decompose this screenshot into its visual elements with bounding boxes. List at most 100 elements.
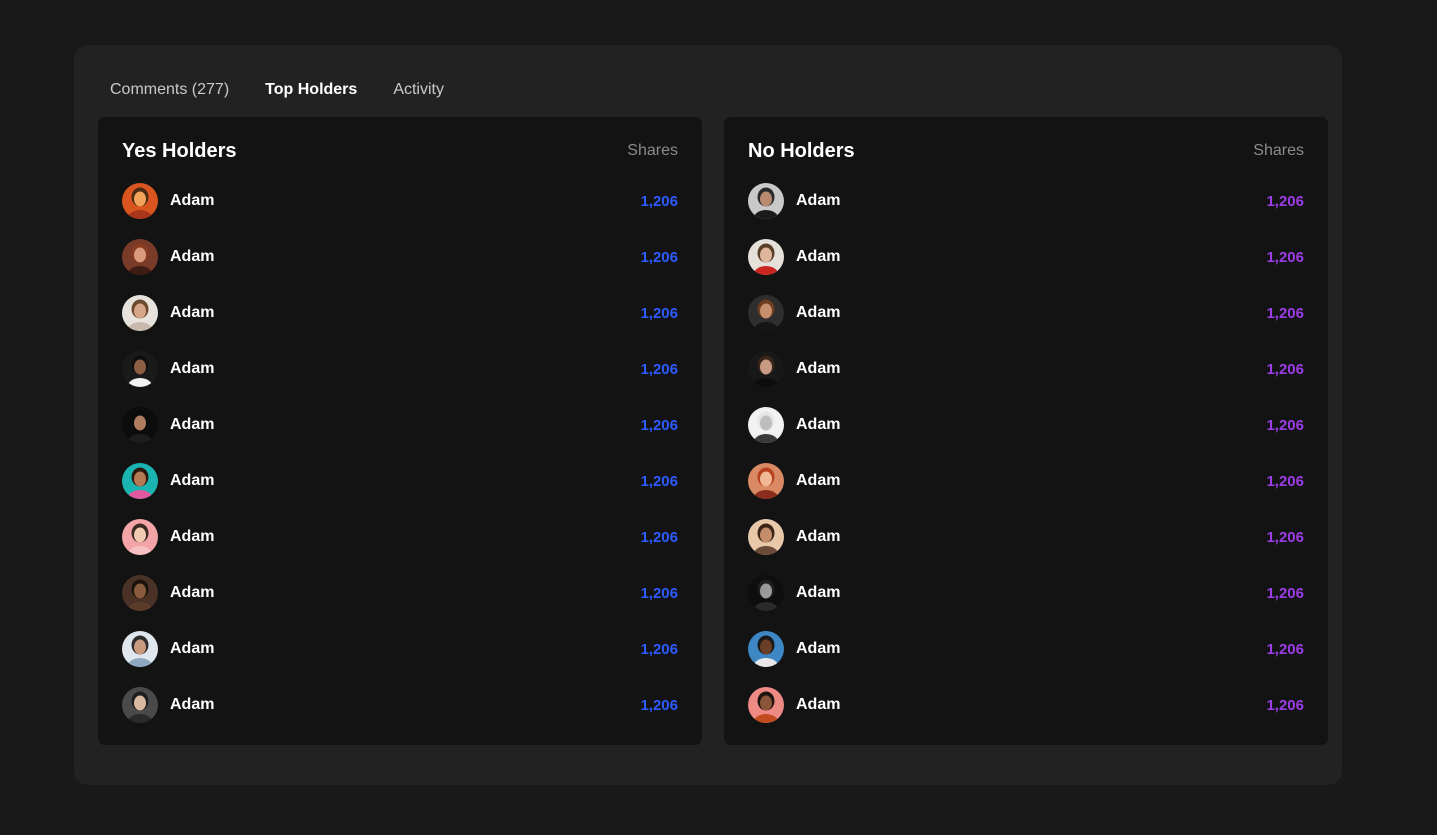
holder-name[interactable]: Adam — [170, 584, 214, 602]
avatar-portrait — [122, 463, 158, 499]
holder-name[interactable]: Adam — [170, 416, 214, 434]
avatar-face — [760, 303, 772, 319]
holder-row[interactable]: Adam 1,206 — [122, 463, 678, 499]
tab-activity[interactable]: Activity — [393, 80, 444, 100]
holder-row[interactable]: Adam 1,206 — [122, 575, 678, 611]
holder-shares: 1,206 — [1266, 248, 1304, 266]
holder-shares: 1,206 — [640, 360, 678, 378]
holder-row[interactable]: Adam 1,206 — [748, 575, 1304, 611]
avatar-portrait — [748, 407, 784, 443]
holder-name[interactable]: Adam — [796, 640, 840, 658]
avatar-portrait — [748, 239, 784, 275]
avatar-face — [760, 639, 772, 655]
avatar-face — [134, 639, 146, 655]
holder-row[interactable]: Adam 1,206 — [748, 407, 1304, 443]
avatar[interactable] — [122, 575, 158, 611]
avatar[interactable] — [748, 463, 784, 499]
avatar-portrait — [748, 519, 784, 555]
avatar[interactable] — [122, 463, 158, 499]
holder-name[interactable]: Adam — [170, 640, 214, 658]
avatar[interactable] — [748, 575, 784, 611]
holder-row[interactable]: Adam 1,206 — [122, 519, 678, 555]
holder-identity: Adam — [748, 519, 840, 555]
avatar[interactable] — [122, 519, 158, 555]
avatar[interactable] — [122, 631, 158, 667]
holder-name[interactable]: Adam — [170, 360, 214, 378]
holder-row[interactable]: Adam 1,206 — [748, 351, 1304, 387]
holder-row[interactable]: Adam 1,206 — [122, 239, 678, 275]
holder-row[interactable]: Adam 1,206 — [122, 631, 678, 667]
holder-row[interactable]: Adam 1,206 — [748, 295, 1304, 331]
holder-name[interactable]: Adam — [170, 472, 214, 490]
holder-name[interactable]: Adam — [796, 248, 840, 266]
no-holders-header: No Holders Shares — [748, 139, 1304, 163]
avatar[interactable] — [748, 407, 784, 443]
avatar-face — [134, 359, 146, 375]
holder-name[interactable]: Adam — [170, 192, 214, 210]
avatar[interactable] — [748, 351, 784, 387]
holder-name[interactable]: Adam — [796, 472, 840, 490]
holder-row[interactable]: Adam 1,206 — [122, 407, 678, 443]
holder-name[interactable]: Adam — [170, 248, 214, 266]
holder-name[interactable]: Adam — [796, 304, 840, 322]
holder-name[interactable]: Adam — [796, 584, 840, 602]
yes-holders-title: Yes Holders — [122, 139, 237, 162]
tab-top-holders[interactable]: Top Holders — [265, 80, 357, 100]
avatar-face — [760, 359, 772, 375]
holder-name[interactable]: Adam — [170, 696, 214, 714]
avatar[interactable] — [122, 687, 158, 723]
avatar-face — [760, 583, 772, 599]
avatar-face — [760, 247, 772, 263]
holder-shares: 1,206 — [1266, 304, 1304, 322]
avatar-face — [134, 415, 146, 431]
holder-row[interactable]: Adam 1,206 — [122, 687, 678, 723]
holder-shares: 1,206 — [640, 304, 678, 322]
avatar-portrait — [748, 575, 784, 611]
avatar-portrait — [122, 575, 158, 611]
holder-shares: 1,206 — [1266, 192, 1304, 210]
holder-name[interactable]: Adam — [796, 416, 840, 434]
avatar[interactable] — [122, 351, 158, 387]
holder-shares: 1,206 — [1266, 640, 1304, 658]
avatar[interactable] — [748, 295, 784, 331]
avatar-face — [134, 247, 146, 263]
avatar[interactable] — [748, 631, 784, 667]
avatar-face — [134, 527, 146, 543]
avatar[interactable] — [122, 407, 158, 443]
holder-identity: Adam — [748, 463, 840, 499]
holder-name[interactable]: Adam — [796, 528, 840, 546]
avatar[interactable] — [122, 183, 158, 219]
avatar-face — [134, 695, 146, 711]
holder-shares: 1,206 — [640, 528, 678, 546]
holder-row[interactable]: Adam 1,206 — [748, 519, 1304, 555]
holder-row[interactable]: Adam 1,206 — [748, 687, 1304, 723]
holder-row[interactable]: Adam 1,206 — [748, 239, 1304, 275]
no-holders-title: No Holders — [748, 139, 855, 162]
avatar[interactable] — [748, 519, 784, 555]
avatar-portrait — [748, 687, 784, 723]
avatar[interactable] — [748, 239, 784, 275]
holder-row[interactable]: Adam 1,206 — [122, 295, 678, 331]
avatar[interactable] — [748, 687, 784, 723]
holder-row[interactable]: Adam 1,206 — [122, 351, 678, 387]
holder-row[interactable]: Adam 1,206 — [748, 183, 1304, 219]
holder-row[interactable]: Adam 1,206 — [122, 183, 678, 219]
holder-name[interactable]: Adam — [796, 696, 840, 714]
holder-shares: 1,206 — [1266, 584, 1304, 602]
holder-identity: Adam — [748, 575, 840, 611]
holder-shares: 1,206 — [640, 472, 678, 490]
yes-holders-header: Yes Holders Shares — [122, 139, 678, 163]
tab-comments[interactable]: Comments (277) — [110, 80, 229, 100]
holder-name[interactable]: Adam — [170, 528, 214, 546]
holder-row[interactable]: Adam 1,206 — [748, 463, 1304, 499]
holder-name[interactable]: Adam — [796, 360, 840, 378]
avatar[interactable] — [748, 183, 784, 219]
holder-name[interactable]: Adam — [170, 304, 214, 322]
holder-identity: Adam — [748, 351, 840, 387]
holder-identity: Adam — [748, 631, 840, 667]
avatar[interactable] — [122, 239, 158, 275]
avatar[interactable] — [122, 295, 158, 331]
holder-row[interactable]: Adam 1,206 — [748, 631, 1304, 667]
holder-name[interactable]: Adam — [796, 192, 840, 210]
avatar-portrait — [122, 631, 158, 667]
